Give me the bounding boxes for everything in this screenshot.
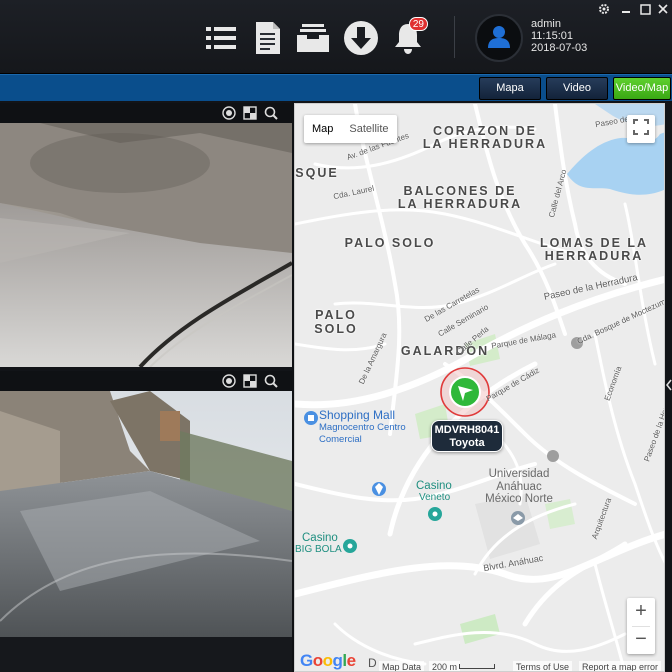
- camera-feed-1[interactable]: [0, 123, 292, 367]
- neighborhood-label: LA HERRADURA: [422, 137, 548, 151]
- place-label-casino-big-bola[interactable]: Casino: [302, 532, 338, 544]
- place-sub-label: Magnocentro Centro Comercial: [319, 422, 406, 445]
- view-tab-bar: Mapa Video Video/Map: [0, 74, 672, 101]
- shopping-mall-pin[interactable]: [304, 411, 318, 425]
- list-icon[interactable]: [201, 18, 241, 58]
- avatar[interactable]: [475, 14, 523, 62]
- clock-time: 11:15:01: [531, 30, 574, 42]
- close-icon[interactable]: [657, 3, 669, 15]
- map-data-link[interactable]: Map Data: [379, 661, 425, 671]
- neighborhood-label: GALARDON: [400, 344, 490, 358]
- vehicle-id: MDVRH8041: [434, 424, 500, 436]
- place-sub-label: Veneto: [419, 492, 451, 503]
- zoom-search-icon[interactable]: [264, 106, 278, 120]
- scale-bar: [459, 664, 495, 669]
- zoom-in-button[interactable]: +: [627, 598, 655, 626]
- google-logo[interactable]: Google: [300, 651, 356, 671]
- clock-date: 2018-07-03: [531, 42, 588, 54]
- footer-partial-text: D: [368, 656, 377, 670]
- vehicle-marker[interactable]: [440, 367, 490, 417]
- zoom-search-icon[interactable]: [264, 374, 278, 388]
- terms-link[interactable]: Terms of Use: [513, 661, 573, 671]
- zoom-divider: [632, 626, 650, 627]
- download-icon[interactable]: [341, 18, 381, 58]
- google-logo-letter: e: [346, 651, 356, 670]
- report-error-link[interactable]: Report a map error: [579, 661, 662, 671]
- collapse-arrow-icon[interactable]: [666, 378, 672, 392]
- neighborhood-label: LOMAS DE LA: [539, 236, 649, 250]
- place-label-shopping-mall[interactable]: Shopping Mall: [319, 409, 395, 421]
- casino-pin[interactable]: [428, 507, 442, 521]
- neighborhood-label: SQUE: [295, 166, 339, 180]
- neighborhood-label: PALO SOLO: [314, 308, 358, 336]
- video-toolbar-2: [0, 371, 292, 391]
- fullscreen-button[interactable]: [627, 115, 655, 143]
- snapshot-icon[interactable]: [243, 106, 257, 120]
- casino-veneto-pin[interactable]: [372, 482, 386, 496]
- record-icon[interactable]: [222, 374, 236, 388]
- google-logo-letter: o: [312, 651, 323, 670]
- video-empty-area: [0, 637, 292, 672]
- camera-feed-2[interactable]: [0, 391, 292, 637]
- google-logo-letter: G: [300, 651, 313, 670]
- zoom-out-button[interactable]: −: [627, 626, 655, 654]
- google-logo-letter: g: [332, 651, 343, 670]
- snapshot-icon[interactable]: [243, 374, 257, 388]
- university-pin[interactable]: [511, 511, 525, 525]
- neighborhood-label: CORAZON DE: [432, 124, 538, 138]
- zoom-control: + −: [627, 598, 655, 654]
- map-type-map-button[interactable]: Map: [304, 115, 341, 143]
- scale-label: 200 m: [429, 661, 461, 671]
- username: admin: [531, 18, 561, 30]
- avatar-icon: [486, 23, 512, 54]
- user-info: admin 11:15:01 2018-07-03: [531, 18, 587, 54]
- document-icon[interactable]: [248, 18, 288, 58]
- neighborhood-label: BALCONES DE: [403, 184, 517, 198]
- gear-icon[interactable]: [598, 3, 610, 15]
- tab-video[interactable]: Video: [546, 77, 608, 100]
- vehicle-name: Toyota: [449, 437, 485, 449]
- record-icon[interactable]: [222, 106, 236, 120]
- map-type-control: Map Satellite: [304, 115, 397, 143]
- place-label-casino-veneto[interactable]: Casino: [416, 480, 452, 492]
- app-window: 29 admin 11:15:01 2018-07-03 Mapa Video: [0, 0, 672, 672]
- poi-pin[interactable]: [547, 450, 559, 462]
- top-header: 29 admin 11:15:01 2018-07-03: [0, 0, 672, 74]
- map-view[interactable]: CORAZON DE LA HERRADURA BALCONES DE LA H…: [294, 103, 665, 672]
- bell-icon[interactable]: 29: [388, 17, 428, 58]
- inbox-icon[interactable]: [293, 18, 333, 58]
- google-logo-letter: o: [322, 651, 333, 670]
- vehicle-label[interactable]: MDVRH8041 Toyota: [431, 420, 503, 452]
- neighborhood-label: HERRADURA: [544, 249, 644, 263]
- big-bola-pin[interactable]: [343, 539, 357, 553]
- place-sub-label: BIG BOLA: [295, 544, 342, 555]
- map-type-satellite-button[interactable]: Satellite: [341, 115, 396, 143]
- minimize-icon[interactable]: [620, 3, 632, 15]
- maximize-icon[interactable]: [639, 3, 651, 15]
- header-divider: [454, 16, 455, 58]
- place-label-university[interactable]: Universidad Anáhuac México Norte: [477, 468, 561, 506]
- fullscreen-icon: [633, 118, 649, 140]
- tab-mapa[interactable]: Mapa: [479, 77, 541, 100]
- neighborhood-label: PALO SOLO: [344, 236, 436, 250]
- tab-video-map[interactable]: Video/Map: [613, 77, 671, 100]
- video-toolbar-1: [0, 103, 292, 123]
- neighborhood-label: LA HERRADURA: [397, 197, 523, 211]
- notification-badge: 29: [408, 17, 428, 31]
